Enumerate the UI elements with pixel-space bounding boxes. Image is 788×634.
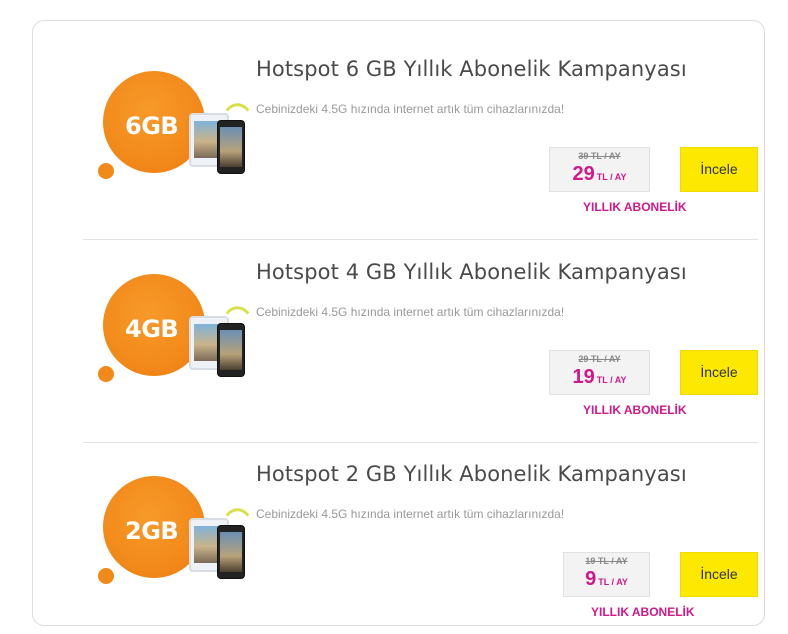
wifi-icon xyxy=(225,97,250,122)
incele-button[interactable]: İncele xyxy=(680,147,758,192)
offer-description: Cebinizdeki 4.5G hızında internet artık … xyxy=(256,102,565,116)
gb-label: 4GB xyxy=(125,315,179,343)
offer-image: 4GB xyxy=(83,240,283,390)
wifi-icon xyxy=(225,502,250,527)
offer-title[interactable]: Hotspot 2 GB Yıllık Abonelik Kampanyası xyxy=(256,462,687,486)
offers-card: 6GB Hotspot 6 GB Yıllık Abonelik Kampany… xyxy=(32,20,765,626)
phone-icon xyxy=(217,120,245,174)
price-unit: TL / AY xyxy=(598,577,628,587)
old-price: 19 TL / AY xyxy=(585,556,628,566)
offer-description: Cebinizdeki 4.5G hızında internet artık … xyxy=(256,507,565,521)
price-box: 39 TL / AY 29 TL / AY xyxy=(549,147,650,192)
price-value: 19 xyxy=(572,366,595,388)
price-value: 29 xyxy=(572,163,595,185)
annual-subscription-label: YILLIK ABONELİK xyxy=(583,200,687,214)
price-unit: TL / AY xyxy=(596,172,627,182)
offer-2gb: 2GB Hotspot 2 GB Yıllık Abonelik Kampany… xyxy=(83,442,758,622)
orange-dot xyxy=(98,568,114,584)
offer-description: Cebinizdeki 4.5G hızında internet artık … xyxy=(256,305,565,319)
phone-icon xyxy=(217,525,245,579)
price-box: 19 TL / AY 9 TL / AY xyxy=(563,552,650,597)
offer-6gb: 6GB Hotspot 6 GB Yıllık Abonelik Kampany… xyxy=(83,37,758,240)
new-price: 9 TL / AY xyxy=(564,568,649,591)
offer-image: 6GB xyxy=(83,37,283,187)
price-unit: TL / AY xyxy=(596,375,627,385)
price-value: 9 xyxy=(585,568,597,590)
annual-subscription-label: YILLIK ABONELİK xyxy=(591,605,695,619)
annual-subscription-label: YILLIK ABONELİK xyxy=(583,403,687,417)
new-price: 19 TL / AY xyxy=(550,366,649,389)
offer-title[interactable]: Hotspot 6 GB Yıllık Abonelik Kampanyası xyxy=(256,57,687,81)
old-price: 39 TL / AY xyxy=(578,151,621,161)
offer-image: 2GB xyxy=(83,442,283,592)
orange-dot xyxy=(98,163,114,179)
incele-button[interactable]: İncele xyxy=(680,552,758,597)
incele-button[interactable]: İncele xyxy=(680,350,758,395)
gb-label: 2GB xyxy=(125,517,179,545)
old-price: 29 TL / AY xyxy=(578,354,621,364)
wifi-icon xyxy=(225,300,250,325)
price-box: 29 TL / AY 19 TL / AY xyxy=(549,350,650,395)
orange-dot xyxy=(98,366,114,382)
new-price: 29 TL / AY xyxy=(550,163,649,186)
phone-icon xyxy=(217,323,245,377)
offer-4gb: 4GB Hotspot 4 GB Yıllık Abonelik Kampany… xyxy=(83,240,758,443)
gb-label: 6GB xyxy=(125,112,179,140)
offer-title[interactable]: Hotspot 4 GB Yıllık Abonelik Kampanyası xyxy=(256,260,687,284)
